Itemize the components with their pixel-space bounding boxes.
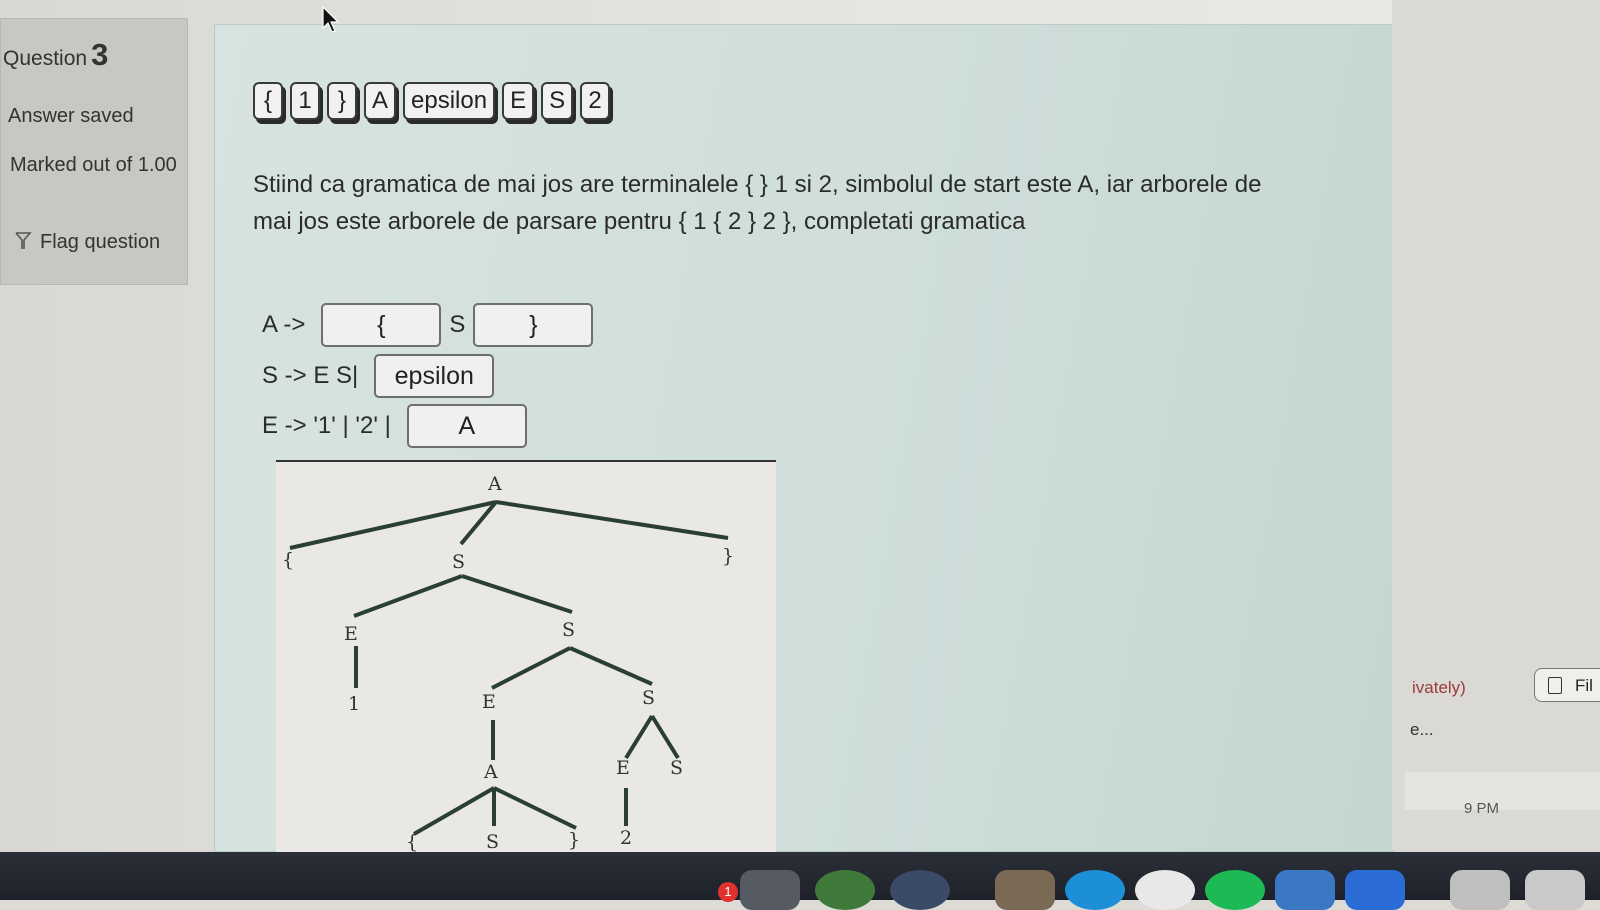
- app-icon[interactable]: [815, 870, 875, 910]
- privately-text: ivately): [1412, 678, 1466, 697]
- app-icon[interactable]: [995, 870, 1055, 910]
- tree-node: {: [406, 831, 418, 852]
- token-epsilon[interactable]: epsilon: [403, 82, 496, 120]
- tree-node: 1: [348, 693, 360, 715]
- grammar-rule-e: E -> '1' | '2' | A: [262, 404, 527, 448]
- grammar-rule-s: S -> E S| epsilon: [262, 354, 495, 398]
- token-e[interactable]: E: [502, 82, 535, 120]
- slack-icon[interactable]: [1135, 870, 1195, 910]
- tree-node: 2: [620, 827, 632, 849]
- question-heading: Question 3: [3, 37, 108, 73]
- spotify-icon[interactable]: [1205, 870, 1265, 910]
- drop-zone-a-left[interactable]: {: [321, 303, 442, 347]
- tree-node: E: [616, 757, 630, 779]
- notification-bar: [1405, 772, 1600, 810]
- tree-node: E: [482, 691, 496, 713]
- answer-status: Answer saved: [8, 105, 134, 127]
- drop-zone-s[interactable]: epsilon: [374, 354, 495, 398]
- file-icon: [1548, 677, 1562, 694]
- token-two[interactable]: 2: [580, 82, 611, 120]
- folder-icon[interactable]: [1450, 870, 1510, 910]
- token-close-brace[interactable]: }: [327, 82, 357, 120]
- tree-node: A: [487, 473, 502, 495]
- app-icon[interactable]: [1275, 870, 1335, 910]
- tree-node: S: [452, 551, 465, 573]
- question-label: Question: [3, 47, 88, 70]
- rule-s-prefix: S -> E S|: [262, 362, 359, 389]
- token-s[interactable]: S: [541, 82, 574, 120]
- tree-node: S: [642, 687, 655, 709]
- flag-icon: [14, 229, 32, 249]
- question-info-panel: Question 3 Answer saved Marked out of 1.0…: [0, 18, 188, 285]
- rule-a-middle: S: [449, 311, 466, 338]
- marked-out-of: Marked out of 1.00: [10, 154, 177, 176]
- question-number: 3: [91, 37, 109, 72]
- trash-icon[interactable]: [1525, 870, 1585, 910]
- tree-node: }: [568, 829, 580, 851]
- app-icon[interactable]: [890, 870, 950, 910]
- tree-node: S: [562, 619, 575, 641]
- file-button[interactable]: Fil: [1534, 668, 1600, 702]
- parse-tree-figure: A { S } E S 1 E S A E S { S } 2: [276, 460, 776, 852]
- drag-token-bank: { 1 } A epsilon E S 2: [253, 82, 611, 126]
- tree-edges: [289, 500, 729, 836]
- tree-node: }: [722, 545, 734, 567]
- token-open-brace[interactable]: {: [253, 82, 283, 120]
- zoom-icon[interactable]: [1345, 870, 1405, 910]
- drop-zone-e[interactable]: A: [406, 404, 527, 448]
- flag-question-label: Flag question: [40, 231, 161, 253]
- drop-zone-a-right[interactable]: }: [473, 303, 594, 347]
- file-button-label: Fil: [1575, 676, 1593, 695]
- token-one[interactable]: 1: [290, 82, 320, 120]
- tree-node: A: [483, 761, 498, 783]
- token-a[interactable]: A: [364, 82, 397, 120]
- truncated-text: e...: [1410, 720, 1434, 739]
- notification-badge: 1: [718, 882, 738, 902]
- flag-question-button[interactable]: Flag question: [14, 227, 174, 258]
- tree-node: S: [670, 757, 683, 779]
- skype-icon[interactable]: [1065, 870, 1125, 910]
- tree-node: {: [282, 549, 294, 571]
- mouse-cursor-icon: [322, 5, 342, 39]
- app-icon[interactable]: [740, 870, 800, 910]
- grammar-rule-a: A -> { S }: [262, 303, 594, 347]
- timestamp: 9 PM: [1464, 800, 1500, 817]
- rule-e-prefix: E -> '1' | '2' |: [262, 412, 391, 439]
- question-text: Stiind ca gramatica de mai jos are termi…: [253, 171, 1262, 235]
- tree-node: S: [486, 831, 499, 852]
- rule-a-prefix: A ->: [262, 311, 306, 338]
- tree-node: E: [344, 623, 358, 645]
- parse-tree-svg: A { S } E S 1 E S A E S { S } 2: [282, 473, 734, 852]
